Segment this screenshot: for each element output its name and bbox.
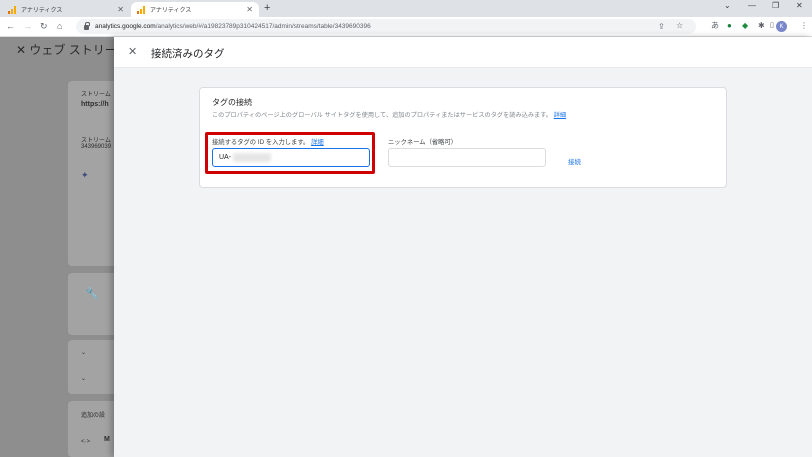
background-page-title: ✕ ウェブ ストリー	[16, 43, 117, 57]
close-tab-icon[interactable]: ✕	[246, 5, 253, 14]
extension-translate-icon[interactable]: あ	[711, 20, 719, 32]
background-chevron-icon: ⌄	[81, 350, 87, 356]
browser-tab-2[interactable]: アナリティクス ✕	[131, 2, 259, 17]
url-path: /analytics/web/#/a19823789p310424517/adm…	[155, 23, 371, 30]
more-menu-icon[interactable]: ⋮	[800, 20, 808, 32]
card-description-text: このプロパティのページ上のグローバル サイトタグを使用して、追加のプロパティまた…	[212, 112, 552, 119]
extension-green-icon[interactable]: ◆	[742, 20, 748, 32]
tab-search-icon[interactable]: ⌄	[724, 1, 731, 10]
connected-tags-panel: ✕ 接続済みのタグ タグの接続 このプロパティのページ上のグローバル サイトタグ…	[114, 37, 812, 457]
address-bar[interactable]: analytics.google.com/analytics/web/#/a19…	[76, 19, 696, 34]
analytics-favicon-icon	[137, 5, 145, 14]
profile-avatar[interactable]: K	[776, 21, 787, 32]
close-icon[interactable]: ✕	[128, 46, 137, 58]
tag-id-detail-link[interactable]: 詳細	[311, 139, 324, 146]
background-wrench-icon: 🔧	[85, 288, 99, 300]
tag-id-label-text: 接続するタグの ID を入力します。	[212, 139, 310, 146]
background-chevron-icon: ⌄	[81, 376, 87, 382]
connect-tag-card: タグの接続 このプロパティのページ上のグローバル サイトタグを使用して、追加のプ…	[199, 87, 727, 188]
new-tab-button[interactable]: +	[264, 2, 270, 15]
nickname-input[interactable]	[388, 148, 546, 167]
browser-tab-1[interactable]: アナリティクス ✕	[2, 2, 130, 17]
background-stream-name-label: ストリーム	[81, 92, 111, 98]
tag-id-value: UA-	[219, 154, 232, 161]
extensions-puzzle-icon[interactable]: ✱	[758, 20, 765, 32]
tab-title: アナリティクス	[21, 8, 63, 14]
card-description: このプロパティのページ上のグローバル サイトタグを使用して、追加のプロパティまた…	[212, 110, 566, 119]
close-tab-icon[interactable]: ✕	[117, 5, 124, 14]
maximize-button[interactable]: ❐	[772, 1, 779, 10]
lock-icon	[84, 22, 90, 30]
window-close-button[interactable]: ✕	[796, 1, 803, 10]
background-sparkle-icon: ✦	[81, 170, 89, 180]
back-arrow-icon[interactable]: ←	[6, 20, 15, 32]
background-page-title-text: ウェブ ストリー	[29, 43, 117, 57]
background-code-icon: <·>	[81, 439, 91, 445]
background-item-m: M	[104, 436, 110, 443]
panel-header: ✕ 接続済みのタグ	[114, 37, 812, 68]
nickname-label: ニックネーム（省略可）	[388, 139, 458, 146]
background-additional-settings: 追加の設	[81, 413, 106, 419]
redacted-id-blur	[233, 153, 272, 162]
background-stream-url: https://h	[81, 101, 109, 108]
minimize-button[interactable]: —	[748, 1, 756, 10]
background-stream-id: 343969039	[81, 144, 112, 150]
analytics-favicon-icon	[8, 5, 16, 14]
tag-id-input[interactable]: UA-	[212, 148, 370, 167]
side-panel-icon[interactable]: ▯	[770, 20, 774, 32]
background-stream-id-label: ストリーム	[81, 138, 111, 144]
browser-toolbar: ← → ↻ ⌂ analytics.google.com/analytics/w…	[0, 17, 812, 37]
url-host: analytics.google.com	[95, 23, 156, 30]
bookmark-star-icon[interactable]: ☆	[676, 21, 683, 30]
tab-title: アナリティクス	[150, 8, 192, 14]
share-icon[interactable]: ⇪	[658, 22, 665, 31]
tag-id-label: 接続するタグの ID を入力します。 詳細	[212, 137, 324, 146]
home-icon[interactable]: ⌂	[57, 20, 62, 32]
tab-strip: アナリティクス ✕ アナリティクス ✕ + ⌄ — ❐ ✕	[0, 0, 812, 17]
connect-button[interactable]: 接続	[568, 156, 581, 166]
forward-arrow-icon[interactable]: →	[23, 20, 32, 32]
reload-icon[interactable]: ↻	[40, 20, 48, 32]
extension-evernote-icon[interactable]: ●	[727, 20, 732, 32]
panel-title: 接続済みのタグ	[151, 48, 225, 60]
card-title: タグの接続	[212, 98, 252, 107]
detail-link[interactable]: 詳細	[554, 112, 566, 119]
